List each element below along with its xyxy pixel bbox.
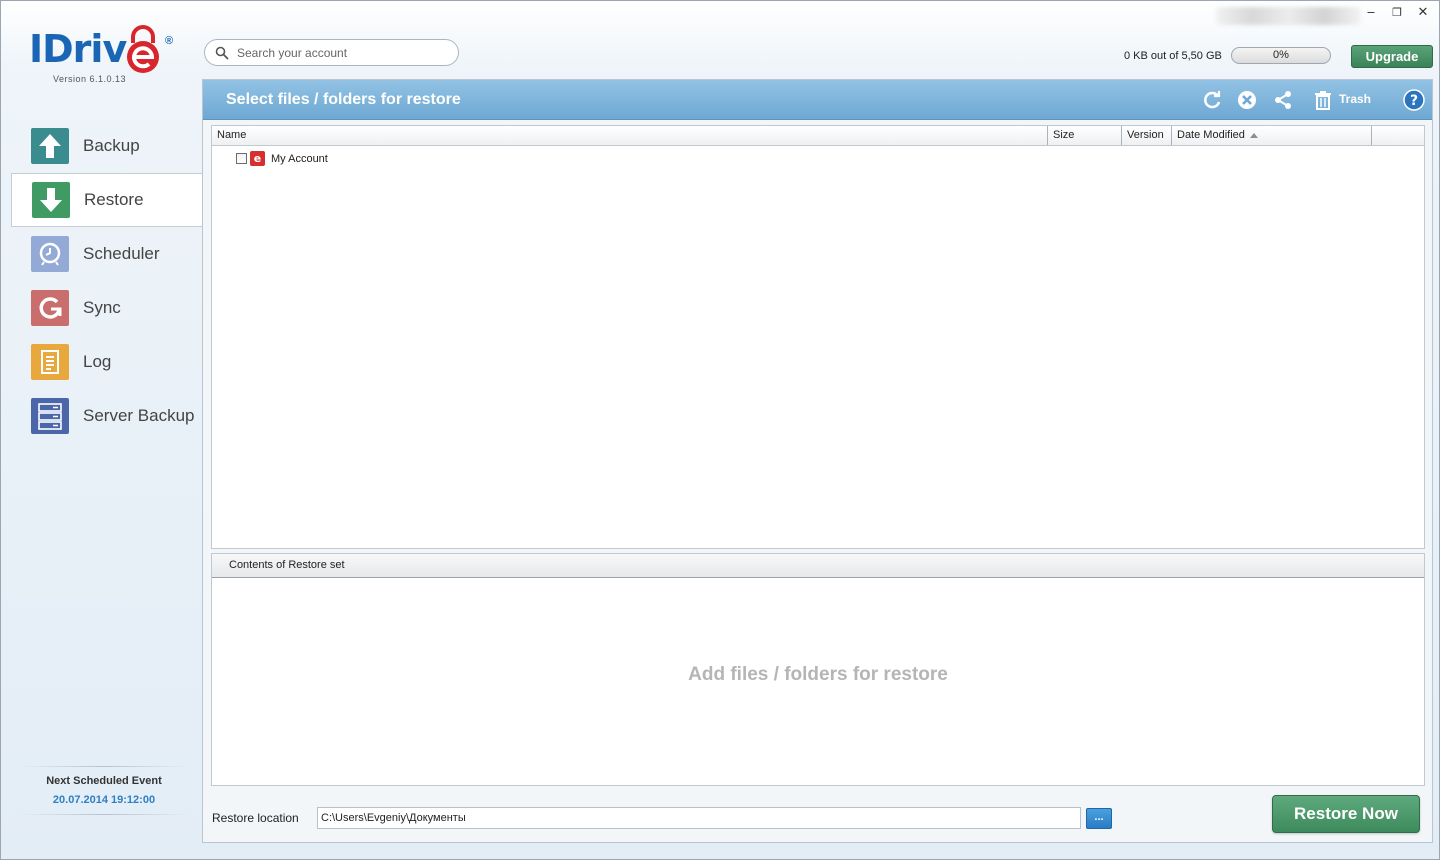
log-document-icon — [31, 343, 69, 380]
column-header-date-modified[interactable]: Date Modified — [1172, 126, 1372, 145]
next-scheduled-event: Next Scheduled Event 20.07.2014 19:12:00 — [19, 766, 189, 815]
next-event-title: Next Scheduled Event — [46, 775, 162, 787]
sidebar-item-restore[interactable]: Restore — [11, 173, 203, 227]
divider — [19, 766, 189, 767]
upgrade-button[interactable]: Upgrade — [1351, 45, 1433, 68]
app-window: ‒ ❐ ✕ IDriv ® Version 6.1.0.13 0 KB out … — [0, 0, 1440, 860]
sidebar-item-label: Scheduler — [83, 243, 160, 263]
help-icon[interactable]: ? — [1402, 88, 1426, 112]
refresh-icon[interactable] — [1200, 88, 1224, 112]
logo-lock-e-icon — [127, 25, 159, 73]
storage-usage-text: 0 KB out of 5,50 GB — [1124, 50, 1222, 62]
registered-mark: ® — [165, 35, 174, 47]
search-box[interactable] — [204, 39, 459, 66]
scheduler-clock-icon — [31, 235, 69, 272]
search-icon — [215, 46, 229, 60]
restore-set-header: Contents of Restore set — [212, 554, 1424, 578]
sort-ascending-icon — [1250, 133, 1258, 138]
sidebar-nav: Backup Restore Scheduler Sync Log Server… — [11, 119, 203, 443]
backup-arrow-up-icon — [31, 127, 69, 164]
share-icon[interactable] — [1271, 88, 1295, 112]
svg-text:?: ? — [1410, 93, 1418, 109]
app-version: Version 6.1.0.13 — [53, 74, 127, 84]
idrive-account-icon: e — [250, 151, 265, 166]
sidebar-item-label: Server Backup — [83, 405, 195, 425]
storage-usage-percent: 0% — [1273, 49, 1289, 61]
column-header-size[interactable]: Size — [1048, 126, 1122, 145]
column-header-name[interactable]: Name — [212, 126, 1048, 145]
file-tree-table: Name Size Version Date Modified e My Acc… — [211, 125, 1425, 549]
server-backup-icon — [31, 397, 69, 434]
restore-set-panel: Contents of Restore set Add files / fold… — [211, 553, 1425, 786]
table-row[interactable]: e My Account — [236, 151, 328, 166]
sidebar-item-label: Log — [83, 351, 112, 371]
sidebar-item-sync[interactable]: Sync — [11, 281, 203, 335]
sidebar-item-backup[interactable]: Backup — [11, 119, 203, 173]
minimize-icon[interactable]: ‒ — [1365, 5, 1377, 20]
logo-wordmark: IDriv — [29, 27, 127, 71]
trash-icon[interactable] — [1311, 88, 1335, 112]
divider — [19, 814, 189, 815]
row-checkbox[interactable] — [236, 153, 247, 164]
close-icon[interactable]: ✕ — [1417, 5, 1429, 20]
column-header-version[interactable]: Version — [1122, 126, 1172, 145]
user-account-label-blurred — [1216, 7, 1361, 25]
next-event-date[interactable]: 20.07.2014 19:12:00 — [19, 794, 189, 806]
restore-location-label: Restore location — [212, 811, 299, 825]
sidebar-item-scheduler[interactable]: Scheduler — [11, 227, 203, 281]
idrive-logo: IDriv ® Version 6.1.0.13 — [29, 23, 179, 93]
restore-now-button[interactable]: Restore Now — [1272, 795, 1420, 833]
row-name: My Account — [271, 152, 328, 165]
sidebar-item-log[interactable]: Log — [11, 335, 203, 389]
sidebar-item-label: Sync — [83, 297, 121, 317]
sidebar-item-label: Restore — [84, 190, 144, 209]
search-input[interactable] — [237, 45, 437, 60]
column-header-label: Date Modified — [1177, 129, 1245, 141]
maximize-restore-icon[interactable]: ❐ — [1391, 6, 1403, 19]
panel-title: Select files / folders for restore — [226, 91, 461, 108]
restore-set-placeholder: Add files / folders for restore — [688, 664, 948, 685]
cancel-circle-icon[interactable] — [1235, 88, 1259, 112]
sync-icon — [31, 289, 69, 326]
restore-arrow-down-icon — [32, 182, 70, 218]
storage-usage-bar: 0% — [1231, 47, 1331, 64]
trash-button-label[interactable]: Trash — [1339, 92, 1371, 106]
restore-panel: Select files / folders for restore Trash… — [202, 79, 1433, 843]
panel-header: Select files / folders for restore Trash… — [203, 80, 1432, 120]
sidebar-item-server-backup[interactable]: Server Backup — [11, 389, 203, 443]
sidebar-item-label: Backup — [83, 135, 140, 155]
browse-location-button[interactable]: ... — [1086, 808, 1112, 829]
table-header: Name Size Version Date Modified — [212, 126, 1424, 146]
restore-location-input[interactable] — [317, 807, 1081, 829]
window-controls: ‒ ❐ ✕ — [1365, 5, 1429, 20]
